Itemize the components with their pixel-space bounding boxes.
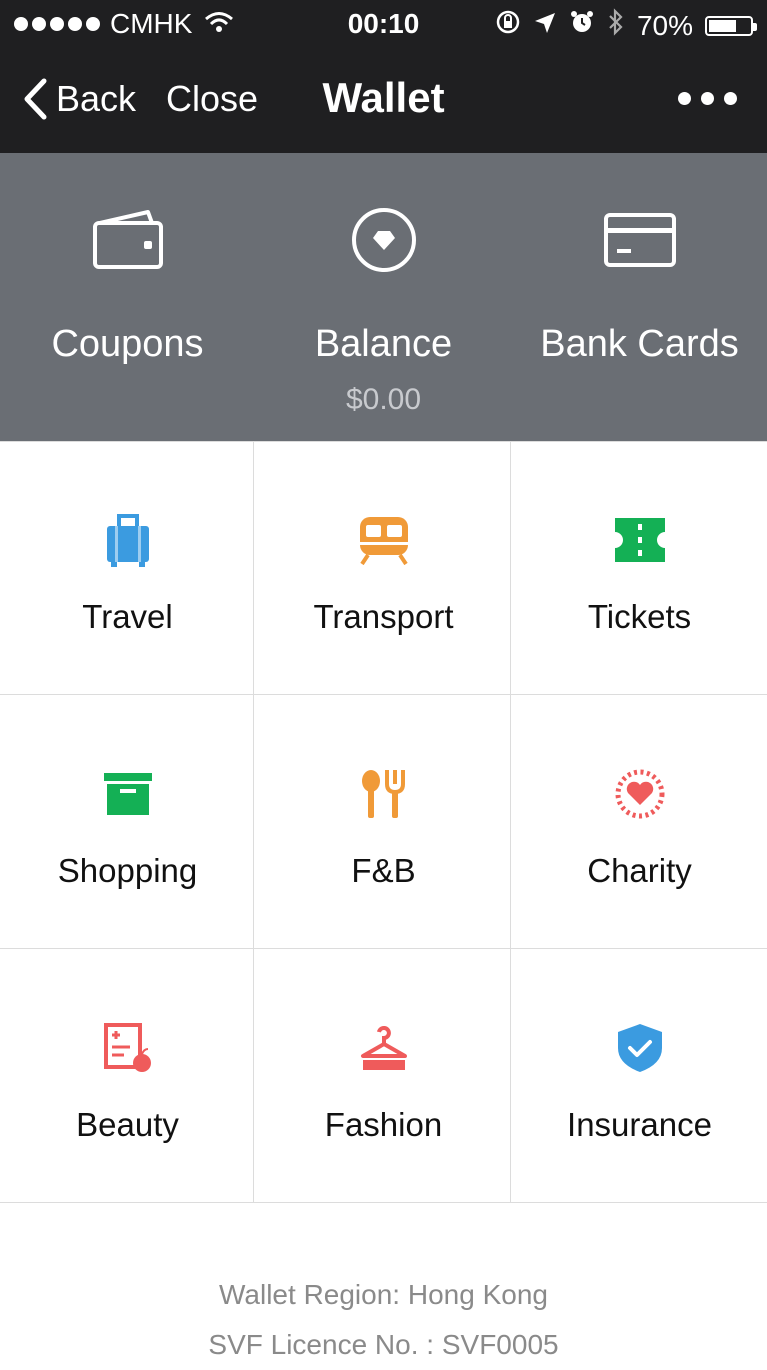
battery-percent: 70% xyxy=(636,9,693,41)
balance-button[interactable]: Balance $0.00 xyxy=(256,153,511,441)
service-label: Beauty xyxy=(76,1106,179,1143)
service-charity[interactable]: Charity xyxy=(512,696,767,950)
bank-cards-label: Bank Cards xyxy=(540,323,739,365)
heart-icon xyxy=(512,766,767,822)
wallet-summary: Coupons Balance $0.00 Bank Cards xyxy=(0,153,767,441)
card-icon xyxy=(512,205,767,275)
coupons-button[interactable]: Coupons xyxy=(0,153,255,441)
balance-label: Balance xyxy=(314,323,453,365)
more-dot-icon xyxy=(678,92,691,105)
service-travel[interactable]: Travel xyxy=(0,442,255,696)
rotation-lock-icon xyxy=(495,9,521,42)
box-icon xyxy=(0,766,255,822)
service-label: Transport xyxy=(313,598,454,635)
top-bar: CMHK 00:10 70% Back Close Wallet xyxy=(0,0,767,153)
wallet-icon xyxy=(0,205,255,275)
footer: Wallet Region: Hong Kong SVF Licence No.… xyxy=(0,1270,767,1370)
more-button[interactable] xyxy=(678,92,737,105)
service-label: Shopping xyxy=(57,852,198,889)
more-dot-icon xyxy=(701,92,714,105)
coupons-label: Coupons xyxy=(51,323,204,365)
service-label: Travel xyxy=(82,598,173,635)
train-icon xyxy=(256,512,511,568)
services-grid: Travel Transport Tickets Shopping F&B Ch… xyxy=(0,441,767,1204)
bank-cards-button[interactable]: Bank Cards xyxy=(512,153,767,441)
battery-icon xyxy=(705,15,757,36)
service-beauty[interactable]: Beauty xyxy=(0,950,255,1204)
more-dot-icon xyxy=(724,92,737,105)
service-insurance[interactable]: Insurance xyxy=(512,950,767,1204)
service-transport[interactable]: Transport xyxy=(256,442,511,696)
status-right: 70% xyxy=(495,8,757,43)
beauty-icon xyxy=(0,1020,255,1076)
hanger-icon xyxy=(256,1020,511,1076)
cutlery-icon xyxy=(256,766,511,822)
balance-icon xyxy=(256,205,511,275)
service-label: Charity xyxy=(587,852,692,889)
page-title: Wallet xyxy=(322,74,445,121)
service-label: Tickets xyxy=(587,598,692,635)
service-fashion[interactable]: Fashion xyxy=(256,950,511,1204)
service-tickets[interactable]: Tickets xyxy=(512,442,767,696)
wallet-region-text: Wallet Region: Hong Kong xyxy=(219,1279,548,1310)
service-fnb[interactable]: F&B xyxy=(256,696,511,950)
ticket-icon xyxy=(512,512,767,568)
location-icon xyxy=(533,10,557,42)
luggage-icon xyxy=(0,512,255,568)
service-shopping[interactable]: Shopping xyxy=(0,696,255,950)
bluetooth-icon xyxy=(607,8,625,43)
service-label: Fashion xyxy=(324,1106,443,1143)
balance-amount: $0.00 xyxy=(345,383,422,416)
service-label: F&B xyxy=(351,852,416,889)
nav-bar: Back Close Wallet xyxy=(0,48,767,153)
shield-icon xyxy=(512,1020,767,1076)
service-label: Insurance xyxy=(567,1106,712,1143)
alarm-icon xyxy=(569,9,595,42)
status-bar: CMHK 00:10 70% xyxy=(0,0,767,48)
